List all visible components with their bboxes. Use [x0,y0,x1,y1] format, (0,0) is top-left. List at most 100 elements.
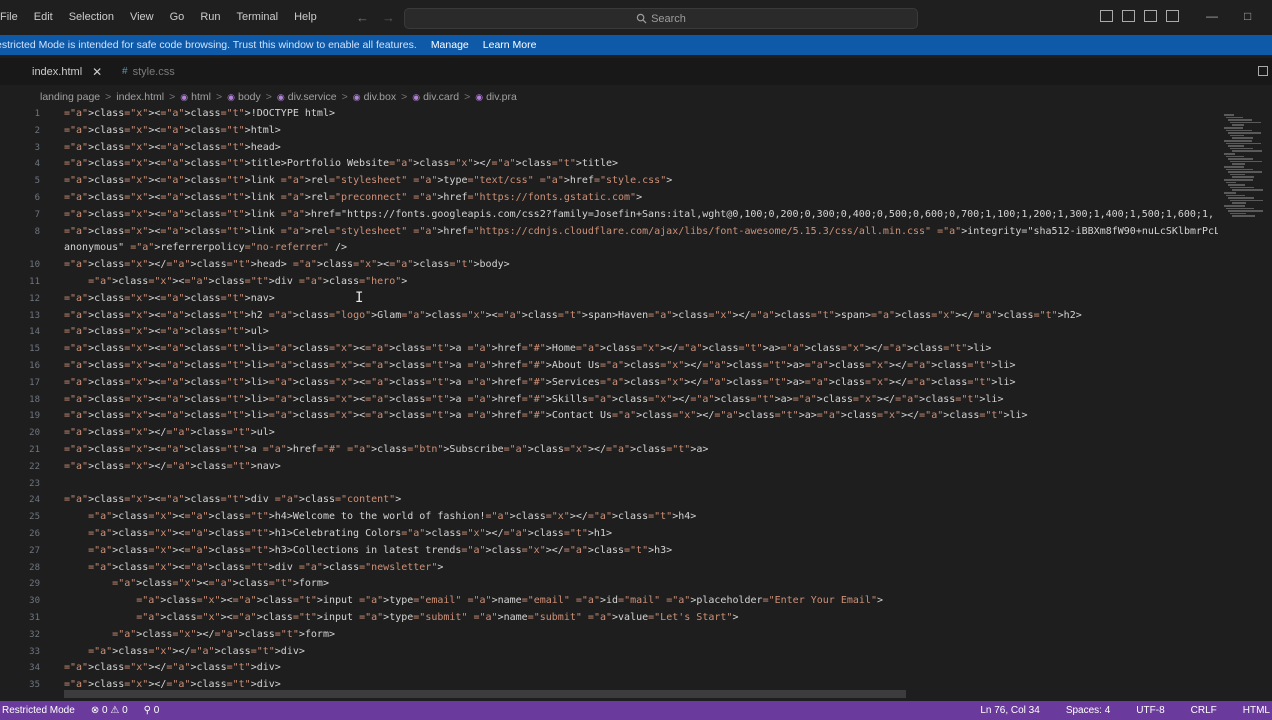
tab-style-css[interactable]: # style.css [122,58,175,85]
code-text: ="a">class="x"></="a">class="t">form> [112,628,335,640]
code-text: ="a">class="x"></="a">class="t">nav> [64,460,281,472]
back-arrow-icon[interactable]: ← [356,10,369,25]
line-number: 25 [29,512,40,523]
search-placeholder: Search [651,12,686,25]
problems-status[interactable]: ⊗ 0 ⚠ 0 [91,705,128,716]
breadcrumb-item[interactable]: landing page [40,91,100,103]
code-text: ="a">class="x"><="a">class="t">nav> [64,292,275,304]
code-line: 18 ="a">class="x"><="a">class="t">li>="a"… [0,392,1218,409]
line-ending[interactable]: CRLF [1191,705,1217,716]
maximize-icon[interactable]: □ [1244,9,1251,23]
breadcrumb-item[interactable]: html [191,91,211,103]
restricted-mode-status[interactable]: Restricted Mode [2,705,75,716]
cursor-position[interactable]: Ln 76, Col 34 [980,705,1040,716]
line-number: 22 [29,461,40,472]
ports-count: 0 [153,705,160,716]
encoding[interactable]: UTF-8 [1136,705,1164,716]
menu-view[interactable]: View [122,0,162,35]
toggle-primary-sidebar-icon[interactable] [1100,10,1113,22]
menu-selection[interactable]: Selection [61,0,122,35]
code-line: 14 ="a">class="x"><="a">class="t">ul> [0,324,1218,341]
line-number: 27 [29,545,40,556]
code-text: ="a">class="x"><="a">class="t">li>="a">c… [64,376,1016,388]
menu-run[interactable]: Run [192,0,228,35]
code-text: ="a">class="x"><="a">class="t">head> [64,141,281,153]
minimap-line [1226,116,1243,119]
code-line: 23 [0,476,1218,493]
toggle-panel-icon[interactable] [1122,10,1135,22]
indentation[interactable]: Spaces: 4 [1066,705,1110,716]
tab-label: style.css [132,65,175,78]
close-icon[interactable]: ✕ [92,65,102,79]
toggle-secondary-sidebar-icon[interactable] [1144,10,1157,22]
code-text: ="a">class="x"><="a">class="t">h2 ="a">c… [64,309,1082,321]
minimap-line [1226,142,1261,145]
minimap-line [1232,189,1263,191]
line-number: 8 [34,226,40,237]
code-line: 28 ="a">class="x"><="a">class="t">div ="… [0,560,1218,577]
code-text: ="a">class="x"><="a">class="t">form> [112,578,329,590]
minimap-line [1232,215,1255,217]
forward-arrow-icon[interactable]: → [382,10,395,25]
minimap-line [1224,140,1252,142]
code-line: anonymous" ="a">referrerpolicy="no-refer… [0,240,1218,257]
minimap-line [1230,212,1246,215]
language-mode[interactable]: HTML [1243,705,1270,716]
menu-terminal[interactable]: Terminal [229,0,287,35]
line-number: 5 [34,176,40,187]
breadcrumb-item[interactable]: div.box [364,91,397,103]
line-number: 26 [29,529,40,539]
breadcrumb-item[interactable]: index.html [116,91,164,103]
line-number: 18 [29,394,40,405]
code-editor[interactable]: 1 ="a">class="x"><="a">class="t">!DOCTYPE… [0,106,1218,700]
minimap-line [1226,155,1244,158]
breadcrumb-item[interactable]: div.pra [486,91,517,103]
command-center-search[interactable]: Search [404,8,918,29]
minimize-icon[interactable]: — [1206,9,1218,23]
learn-more-link[interactable]: Learn More [483,39,537,51]
split-editor-icon[interactable] [1258,66,1268,76]
code-text: ="a">class="x"><="a">class="t">li>="a">c… [64,410,1028,422]
manage-link[interactable]: Manage [431,39,469,51]
breadcrumb-item[interactable]: div.card [423,91,459,103]
editor-tabs: index.html ✕ # style.css [0,58,1272,85]
line-number: 20 [29,428,40,439]
line-number: 4 [34,159,40,170]
vertical-scrollbar[interactable] [1266,106,1272,700]
code-text: ="a">class="x"><="a">class="t">link ="a"… [64,225,1218,237]
code-line: 27 ="a">class="x"><="a">class="t">h3>Col… [0,543,1218,560]
text-cursor-icon: I [355,290,364,306]
element-icon: ◉ [227,91,235,102]
line-number: 11 [29,277,40,287]
horizontal-scrollbar[interactable] [64,690,906,698]
code-text: ="a">class="x"><="a">class="t">ul> [64,326,269,338]
code-line: 1 ="a">class="x"><="a">class="t">!DOCTYPE… [0,106,1218,123]
tab-index-html[interactable]: index.html ✕ [32,58,102,85]
layout-controls [1100,10,1179,22]
minimap-line [1228,210,1263,212]
line-number: 28 [29,562,40,573]
minimap-line [1232,124,1244,126]
menu-go[interactable]: Go [162,0,193,35]
breadcrumb-item[interactable]: div.service [288,91,337,103]
line-number: 24 [29,495,40,506]
breadcrumb-separator: > [265,91,272,103]
menu-help[interactable]: Help [286,0,325,35]
menu-edit[interactable]: Edit [26,0,61,35]
code-line: 20 ="a">class="x"></="a">class="t">ul> [0,425,1218,442]
code-line: 6 ="a">class="x"><="a">class="t">link ="a… [0,190,1218,207]
css-file-icon: # [122,66,128,77]
breadcrumb-item[interactable]: body [238,91,261,103]
minimap-line [1230,121,1261,124]
line-number: 2 [34,125,40,136]
line-number: 17 [29,377,40,388]
code-text: ="a">class="x"><="a">class="t">input ="a… [136,595,883,607]
code-text: ="a">class="x"><="a">class="t">!DOCTYPE … [64,108,335,119]
ports-status[interactable]: ⚲ 0 [144,705,160,716]
tab-label: index.html [32,65,83,78]
customize-layout-icon[interactable] [1166,10,1179,22]
menu-file[interactable]: File [0,0,26,35]
minimap-line [1224,166,1244,168]
minimap[interactable] [1218,106,1266,700]
breadcrumb-separator: > [215,91,223,103]
